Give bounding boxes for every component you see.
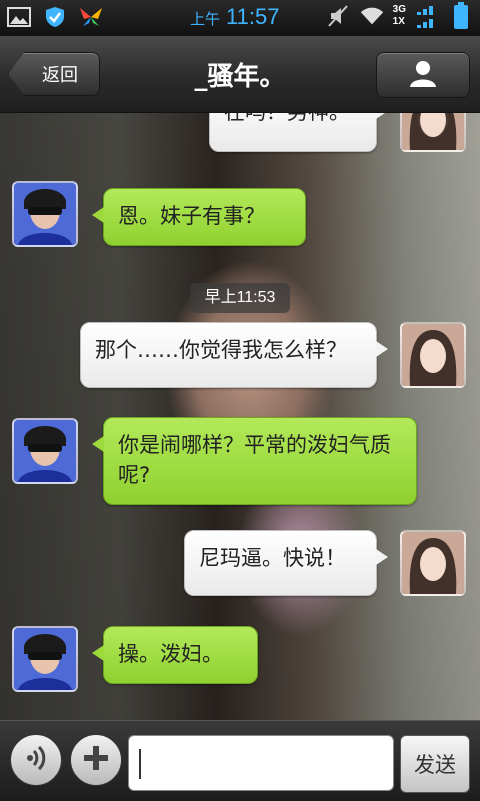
voice-button[interactable]: [10, 734, 62, 786]
title-bar: 返回 _骚年。: [0, 36, 480, 113]
timestamp: 早上11:53: [190, 283, 290, 313]
friend-avatar[interactable]: [12, 418, 78, 484]
send-button[interactable]: 发送: [400, 735, 470, 793]
message-bubble-friend[interactable]: 操。泼妇。: [92, 626, 258, 684]
butterfly-icon: [78, 5, 104, 29]
input-bar: 发送: [0, 720, 480, 801]
plus-icon: [81, 743, 111, 777]
clock-ampm: 上午: [190, 11, 221, 28]
message-bubble-me[interactable]: 尼玛逼。快说！: [184, 530, 388, 596]
network-labels: 3G 1X: [393, 4, 406, 28]
my-avatar[interactable]: [400, 530, 466, 596]
signal-icon: [414, 4, 440, 28]
person-icon: [408, 58, 438, 92]
my-avatar[interactable]: [400, 322, 466, 388]
message-bubble-friend[interactable]: 你是闹哪样？平常的泼妇气质呢?: [92, 417, 417, 505]
clock: 上午 11:57: [190, 4, 279, 30]
status-bar: 上午 11:57 3G 1X: [0, 0, 480, 36]
text-caret: [139, 749, 141, 779]
voice-icon: [21, 743, 51, 777]
sim-label: 1X: [392, 16, 405, 27]
network-type: 3G: [392, 4, 406, 15]
message-bubble-me[interactable]: 那个……你觉得我怎么样？: [80, 322, 388, 388]
message-input[interactable]: [128, 735, 394, 791]
profile-button[interactable]: [376, 52, 470, 98]
message-bubble-friend[interactable]: 恩。妹子有事？: [92, 188, 306, 246]
friend-avatar[interactable]: [12, 626, 78, 692]
clock-time: 11:57: [226, 4, 280, 29]
shield-icon: [42, 5, 68, 29]
add-button[interactable]: [70, 734, 122, 786]
image-icon: [6, 5, 32, 29]
message-bubble-me[interactable]: 在吗？男神。: [209, 112, 388, 152]
my-avatar[interactable]: [400, 112, 466, 152]
battery-icon: [448, 2, 474, 29]
friend-avatar[interactable]: [12, 181, 78, 247]
mute-icon: [325, 4, 351, 28]
wifi-icon: [359, 4, 385, 28]
chat-area[interactable]: 在吗？男神。 恩。妹子有事？ 早上11:53 那个……你觉得我怎么样？ 你是闹哪…: [0, 112, 480, 720]
